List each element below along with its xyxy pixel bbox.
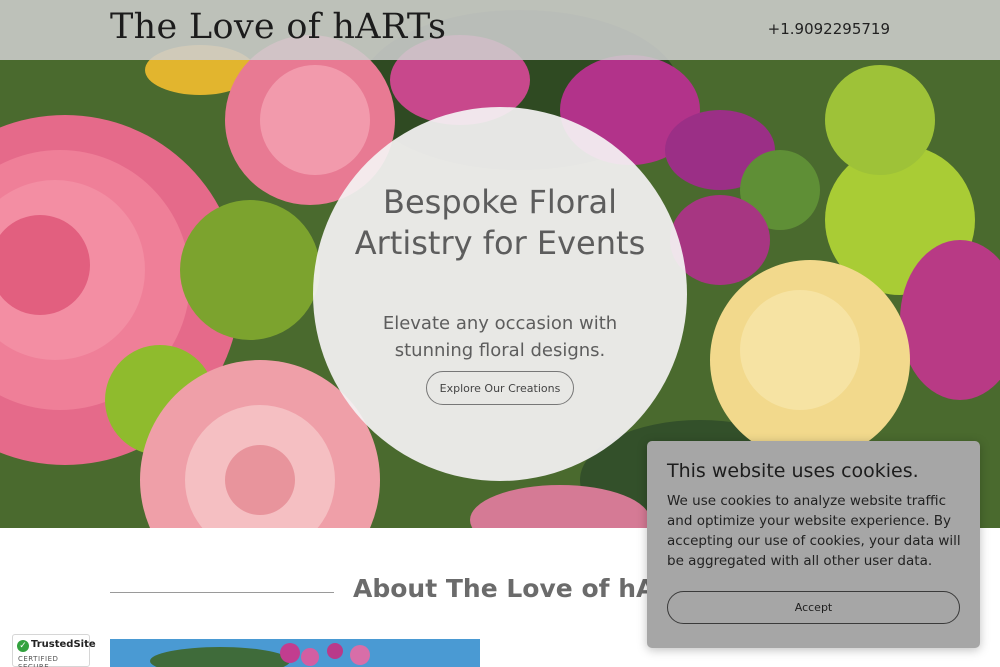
hero-card: Bespoke Floral Artistry for Events Eleva…: [313, 107, 687, 481]
explore-creations-button[interactable]: Explore Our Creations: [426, 371, 574, 405]
accept-cookies-button[interactable]: Accept: [667, 591, 960, 624]
site-header: The Love of hARTs +1.9092295719: [0, 0, 1000, 60]
about-divider: [110, 592, 334, 593]
phone-link[interactable]: +1.9092295719: [768, 20, 890, 38]
hero-subtitle: Elevate any occasion with stunning flora…: [382, 313, 618, 361]
checkmark-icon: ✓: [17, 640, 29, 652]
cookie-banner: This website uses cookies. We use cookie…: [647, 441, 980, 648]
cookie-title: This website uses cookies.: [667, 460, 919, 482]
site-logo[interactable]: The Love of hARTs: [110, 7, 446, 47]
about-photo: [110, 639, 480, 667]
trustedsite-badge[interactable]: ✓ TrustedSite CERTIFIED SECURE: [12, 634, 96, 667]
trust-badge-subtitle: CERTIFIED SECURE: [18, 655, 59, 667]
cookie-text: We use cookies to analyze website traffi…: [667, 493, 961, 569]
about-image: [110, 639, 480, 667]
trust-badge-name: TrustedSite: [31, 639, 96, 650]
hero-title: Bespoke Floral Artistry for Events: [354, 183, 646, 262]
